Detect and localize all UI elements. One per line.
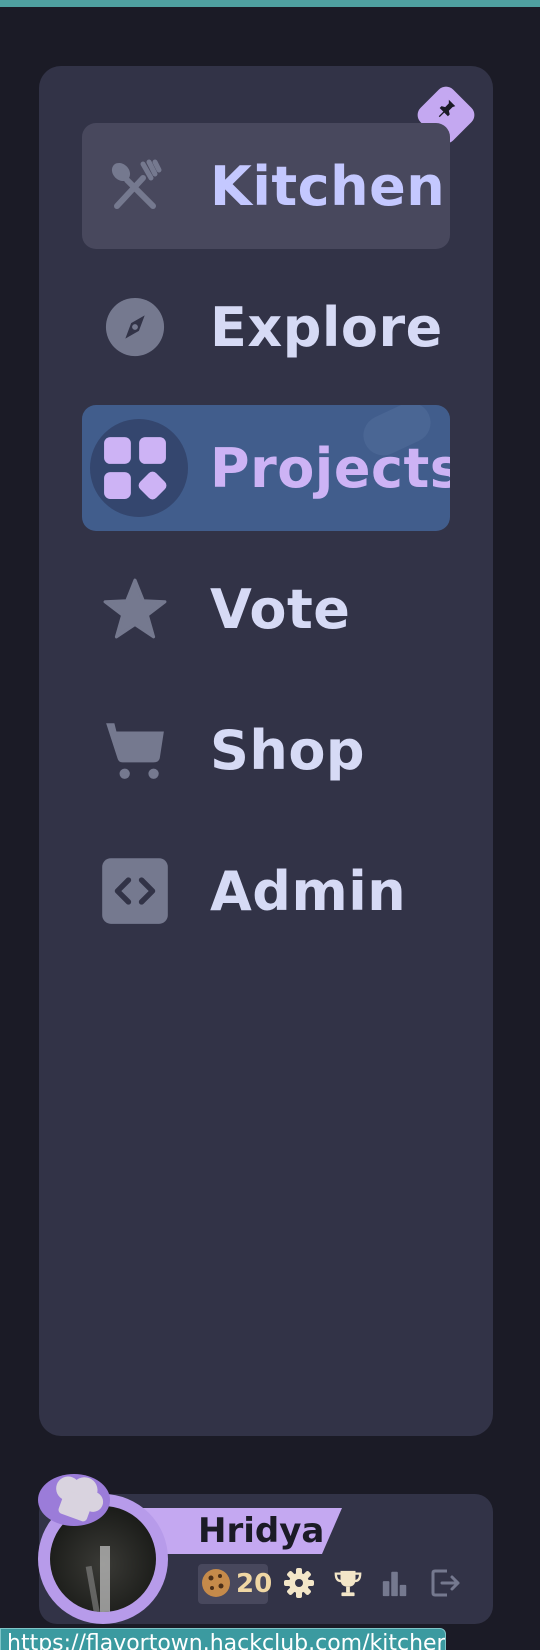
gear-icon xyxy=(284,1568,314,1598)
sidebar-item-vote[interactable]: Vote xyxy=(82,546,450,672)
trophy-icon xyxy=(334,1570,362,1597)
sidebar-item-label: Shop xyxy=(210,718,366,782)
logout-button[interactable] xyxy=(428,1566,462,1600)
status-bar-url: https://flavortown.hackclub.com/kitchen xyxy=(0,1628,446,1650)
user-name: Hridya xyxy=(198,1511,325,1551)
logout-icon xyxy=(431,1569,460,1597)
sidebar-item-admin[interactable]: Admin xyxy=(82,828,450,954)
settings-button[interactable] xyxy=(282,1566,316,1600)
stats-button[interactable] xyxy=(378,1566,412,1600)
sidebar-item-label: Admin xyxy=(210,859,407,923)
sidebar-item-shop[interactable]: Shop xyxy=(82,687,450,813)
bar-chart-icon xyxy=(382,1571,407,1597)
cookie-count: 20 xyxy=(236,1569,273,1599)
cart-icon xyxy=(100,715,170,785)
sidebar-item-projects[interactable]: Projects xyxy=(82,405,450,531)
sidebar-item-label: Vote xyxy=(210,577,351,641)
sidebar-item-kitchen[interactable]: Kitchen xyxy=(82,123,450,249)
chef-hat-icon xyxy=(34,1470,114,1534)
code-icon xyxy=(100,856,170,926)
sidebar-item-explore[interactable]: Explore xyxy=(82,264,450,390)
sidebar-item-label: Kitchen xyxy=(210,154,446,218)
sidebar-item-label: Projects xyxy=(210,436,450,500)
projects-grid-icon xyxy=(100,433,170,503)
trophy-button[interactable] xyxy=(331,1566,365,1600)
star-icon xyxy=(100,574,170,644)
window-top-strip xyxy=(0,0,540,7)
sidebar-item-label: Explore xyxy=(210,295,443,359)
cookie-icon xyxy=(199,1566,233,1600)
fork-spoon-icon xyxy=(100,151,170,221)
pin-icon xyxy=(435,96,459,120)
compass-icon xyxy=(100,292,170,362)
